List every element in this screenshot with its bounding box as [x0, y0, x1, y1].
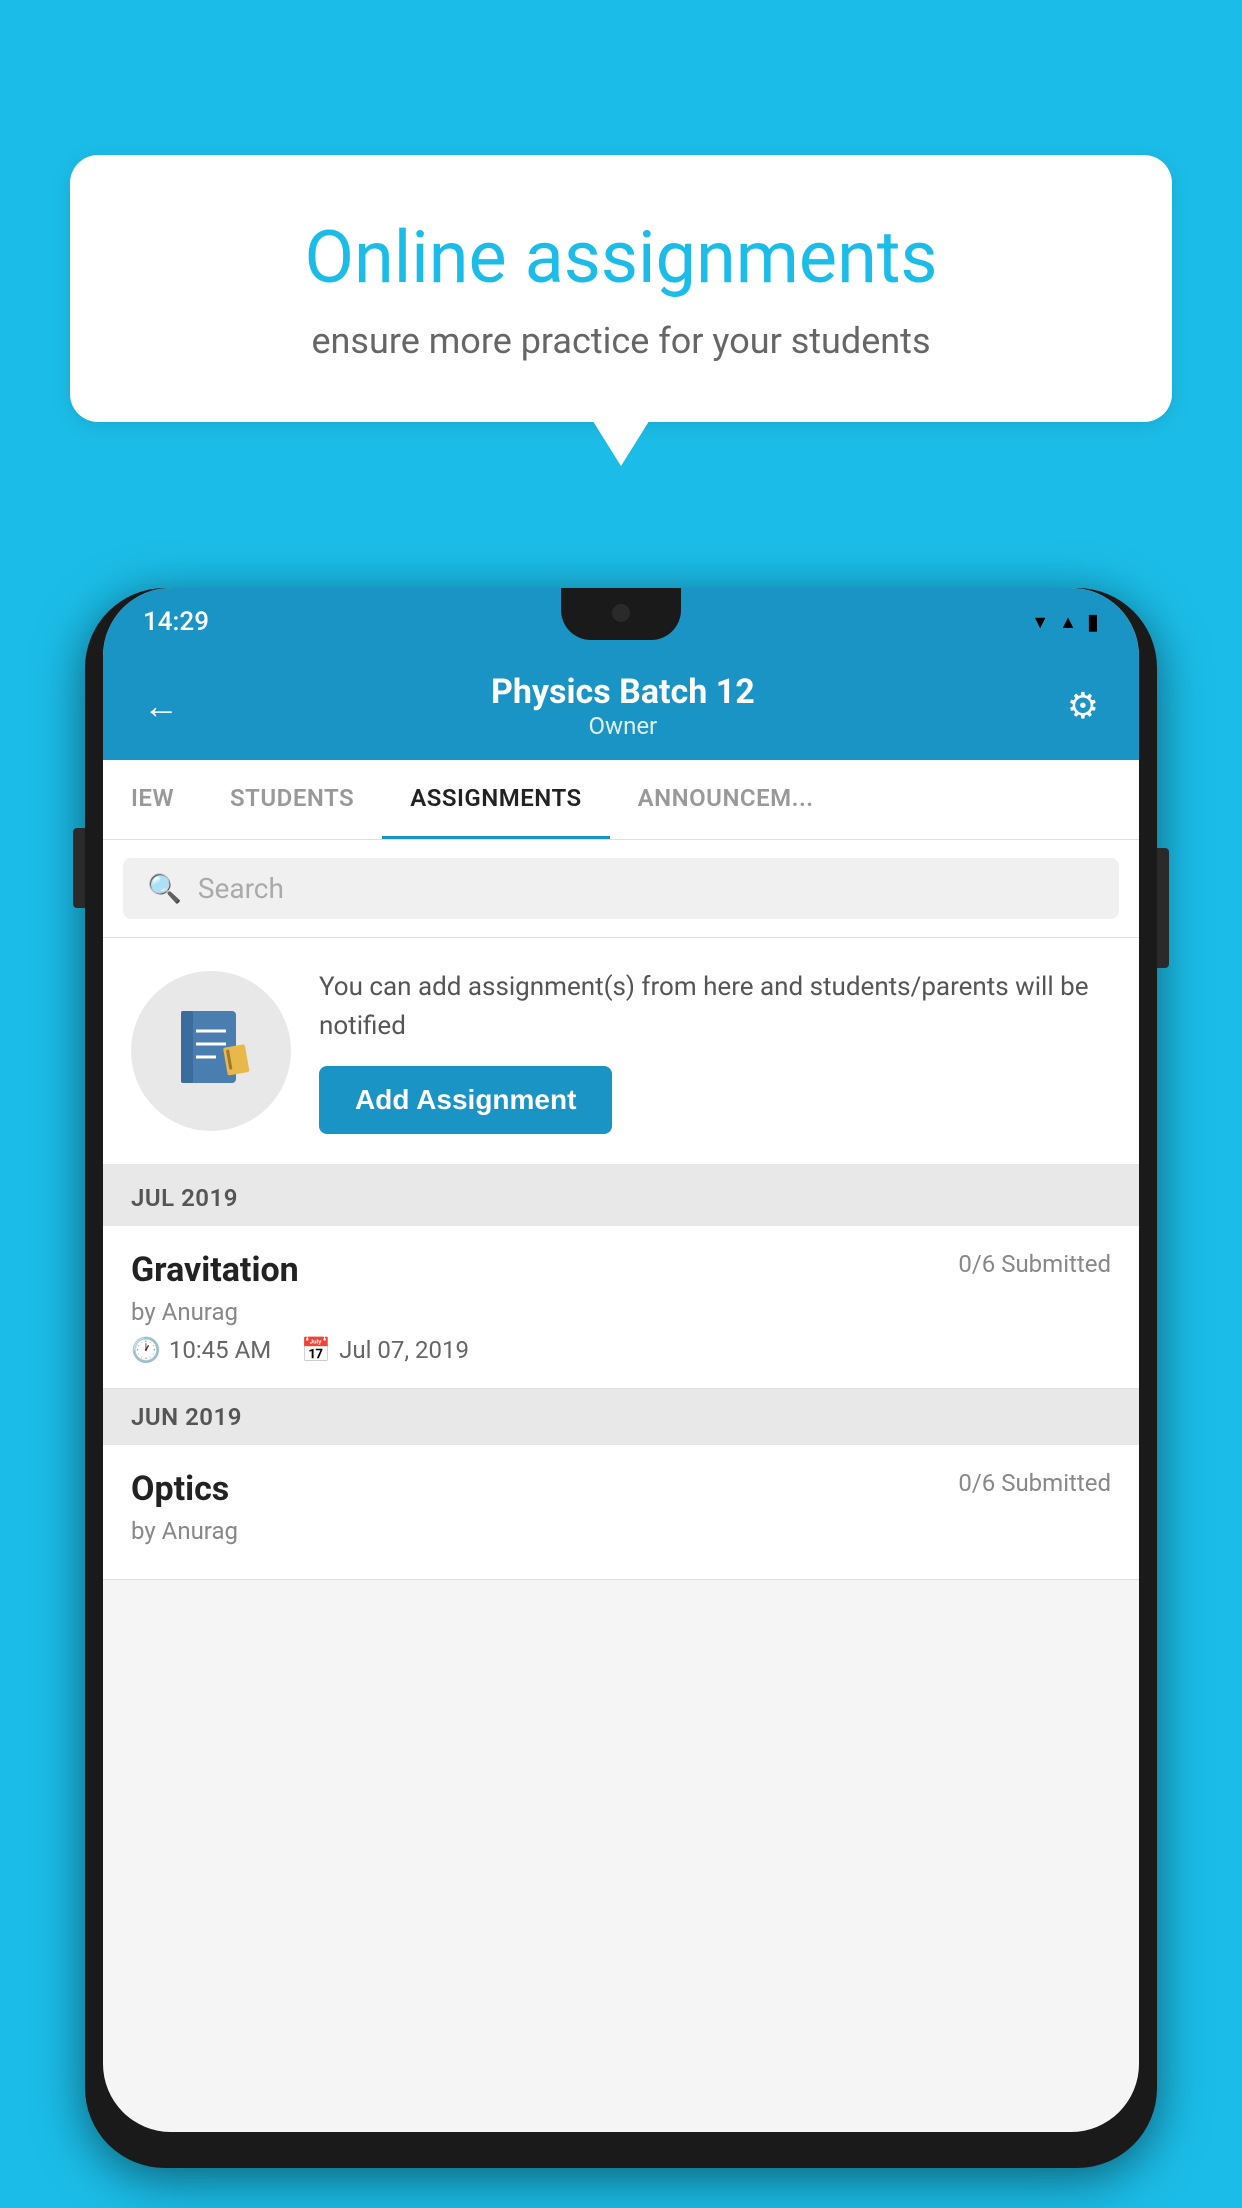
- clock-icon: 🕐: [131, 1336, 161, 1364]
- phone-screen: 14:29 ← Physics Batch 12 Owner ⚙: [103, 588, 1139, 2132]
- info-banner: You can add assignment(s) from here and …: [103, 938, 1139, 1170]
- assignment-submitted: 0/6 Submitted: [958, 1250, 1111, 1278]
- phone-container: 14:29 ← Physics Batch 12 Owner ⚙: [85, 570, 1157, 2208]
- assignment-name-optics: Optics: [131, 1469, 229, 1509]
- app-header: ← Physics Batch 12 Owner ⚙: [103, 656, 1139, 760]
- calendar-icon: 📅: [301, 1336, 331, 1364]
- assignment-submitted-optics: 0/6 Submitted: [958, 1469, 1111, 1497]
- assignment-name: Gravitation: [131, 1250, 299, 1290]
- speech-bubble-container: Online assignments ensure more practice …: [70, 155, 1172, 422]
- notebook-svg: [171, 1006, 251, 1096]
- gear-icon[interactable]: ⚙: [1067, 685, 1099, 727]
- section-header-jul: JUL 2019: [103, 1170, 1139, 1226]
- wifi-icon: [1031, 612, 1049, 633]
- date-value: Jul 07, 2019: [339, 1336, 469, 1364]
- search-container: 🔍 Search: [103, 840, 1139, 938]
- assignment-top: Gravitation 0/6 Submitted: [131, 1250, 1111, 1290]
- header-title: Physics Batch 12 Owner: [179, 672, 1067, 740]
- status-time: 14:29: [143, 607, 209, 637]
- status-icons: [1031, 610, 1099, 635]
- info-text-area: You can add assignment(s) from here and …: [319, 968, 1111, 1134]
- header-title-sub: Owner: [179, 712, 1067, 740]
- status-bar: 14:29: [103, 588, 1139, 656]
- bubble-title: Online assignments: [140, 215, 1102, 300]
- phone-outer: 14:29 ← Physics Batch 12 Owner ⚙: [85, 588, 1157, 2168]
- notebook-icon-circle: [131, 971, 291, 1131]
- assignment-by-optics: by Anurag: [131, 1517, 1111, 1545]
- tab-assignments[interactable]: ASSIGNMENTS: [382, 760, 609, 839]
- assignment-item-optics[interactable]: Optics 0/6 Submitted by Anurag: [103, 1445, 1139, 1580]
- assignment-item-gravitation[interactable]: Gravitation 0/6 Submitted by Anurag 🕐 10…: [103, 1226, 1139, 1389]
- header-title-main: Physics Batch 12: [179, 672, 1067, 712]
- time-value: 10:45 AM: [169, 1336, 271, 1364]
- info-desc: You can add assignment(s) from here and …: [319, 968, 1111, 1046]
- search-bar[interactable]: 🔍 Search: [123, 858, 1119, 919]
- search-placeholder: Search: [198, 872, 284, 905]
- signal-icon: [1059, 612, 1077, 633]
- speech-bubble: Online assignments ensure more practice …: [70, 155, 1172, 422]
- tab-students[interactable]: STUDENTS: [202, 760, 382, 839]
- search-icon: 🔍: [147, 872, 182, 905]
- camera-dot: [612, 604, 630, 622]
- battery-icon: [1087, 610, 1099, 635]
- notch: [561, 588, 681, 640]
- assignment-by: by Anurag: [131, 1298, 1111, 1326]
- tab-announcements[interactable]: ANNOUNCEM...: [610, 760, 842, 839]
- assignment-meta: 🕐 10:45 AM 📅 Jul 07, 2019: [131, 1336, 1111, 1364]
- assignment-date: 📅 Jul 07, 2019: [301, 1336, 469, 1364]
- bubble-subtitle: ensure more practice for your students: [140, 320, 1102, 362]
- assignment-top-optics: Optics 0/6 Submitted: [131, 1469, 1111, 1509]
- back-button[interactable]: ←: [143, 685, 179, 727]
- add-assignment-button[interactable]: Add Assignment: [319, 1066, 612, 1134]
- tabs-bar: IEW STUDENTS ASSIGNMENTS ANNOUNCEM...: [103, 760, 1139, 840]
- tab-iew[interactable]: IEW: [103, 760, 202, 839]
- section-header-jun: JUN 2019: [103, 1389, 1139, 1445]
- assignment-time: 🕐 10:45 AM: [131, 1336, 271, 1364]
